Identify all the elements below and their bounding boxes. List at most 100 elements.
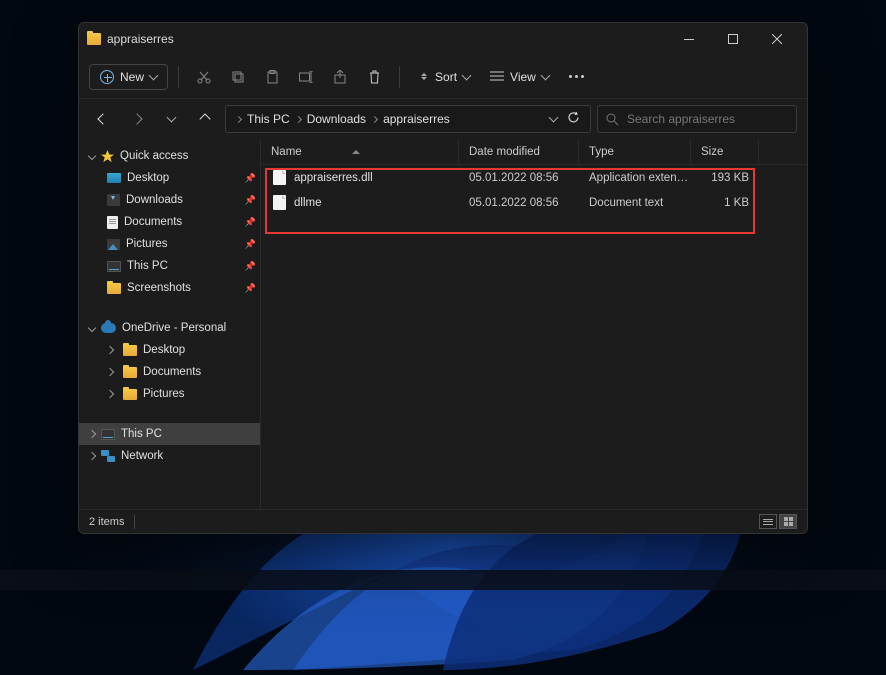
delete-button[interactable] [359, 62, 389, 92]
address-dropdown[interactable] [549, 113, 559, 123]
separator [399, 66, 400, 88]
column-size[interactable]: Size [691, 139, 759, 164]
sidebar-this-pc-quick[interactable]: This PC📌 [79, 255, 260, 277]
sort-button[interactable]: Sort [410, 66, 478, 88]
view-label: View [510, 70, 536, 84]
cut-button[interactable] [189, 62, 219, 92]
copy-button[interactable] [223, 62, 253, 92]
up-button[interactable] [191, 105, 219, 133]
pc-icon [107, 261, 121, 272]
breadcrumb-appraiserres[interactable]: appraiserres [379, 110, 454, 128]
search-placeholder: Search appraiserres [627, 112, 735, 126]
file-type: Document text [579, 197, 691, 209]
share-button[interactable] [325, 62, 355, 92]
sort-icon [418, 73, 429, 80]
file-row[interactable]: appraiserres.dll 05.01.2022 08:56 Applic… [261, 165, 807, 190]
cloud-icon [101, 323, 116, 333]
star-icon [101, 150, 114, 163]
back-button[interactable] [89, 105, 117, 133]
file-row[interactable]: dllme 05.01.2022 08:56 Document text 1 K… [261, 190, 807, 215]
separator [134, 515, 135, 529]
minimize-button[interactable] [667, 24, 711, 54]
pc-icon [101, 429, 115, 440]
file-icon [273, 170, 286, 185]
sidebar-od-pictures[interactable]: Pictures [79, 383, 260, 405]
sidebar-pictures[interactable]: Pictures📌 [79, 233, 260, 255]
sort-label: Sort [435, 70, 457, 84]
file-list[interactable]: appraiserres.dll 05.01.2022 08:56 Applic… [261, 165, 807, 509]
sidebar-desktop[interactable]: Desktop📌 [79, 167, 260, 189]
sidebar-onedrive[interactable]: OneDrive - Personal [79, 317, 260, 339]
titlebar[interactable]: appraiserres [79, 23, 807, 55]
column-type[interactable]: Type [579, 139, 691, 164]
icons-view-toggle[interactable] [779, 514, 797, 529]
documents-icon [107, 216, 118, 229]
rename-button[interactable] [291, 62, 321, 92]
plus-icon [100, 70, 114, 84]
column-headers: Name Date modified Type Size [261, 139, 807, 165]
view-button[interactable]: View [482, 66, 557, 88]
pin-icon: 📌 [245, 261, 256, 272]
address-bar[interactable]: This PC Downloads appraiserres [225, 105, 591, 133]
search-icon [606, 113, 619, 126]
details-view-toggle[interactable] [759, 514, 777, 529]
file-size: 193 KB [691, 172, 759, 184]
toolbar: New Sort View [79, 55, 807, 99]
chevron-right-icon [235, 115, 242, 122]
downloads-icon [107, 194, 120, 206]
network-icon [101, 450, 115, 462]
pin-icon: 📌 [245, 195, 256, 206]
sort-asc-icon [352, 150, 360, 154]
content-area: Name Date modified Type Size appraiserre… [261, 139, 807, 509]
file-type: Application extens... [579, 172, 691, 184]
sidebar: Quick access Desktop📌 Downloads📌 Documen… [79, 139, 261, 509]
maximize-button[interactable] [711, 24, 755, 54]
desktop-icon [107, 173, 121, 183]
refresh-button[interactable] [567, 111, 580, 127]
recent-button[interactable] [157, 105, 185, 133]
sidebar-downloads[interactable]: Downloads📌 [79, 189, 260, 211]
folder-icon [87, 33, 101, 45]
pin-icon: 📌 [245, 173, 256, 184]
new-button[interactable]: New [89, 64, 168, 90]
chevron-down-icon [540, 70, 550, 80]
chevron-down-icon [149, 70, 159, 80]
column-date[interactable]: Date modified [459, 139, 579, 164]
folder-icon [123, 389, 137, 400]
sidebar-od-documents[interactable]: Documents [79, 361, 260, 383]
file-date: 05.01.2022 08:56 [459, 172, 579, 184]
pictures-icon [107, 239, 120, 250]
new-label: New [120, 70, 144, 84]
navbar: This PC Downloads appraiserres Search ap… [79, 99, 807, 139]
forward-button[interactable] [123, 105, 151, 133]
file-size: 1 KB [691, 197, 759, 209]
statusbar: 2 items [79, 509, 807, 533]
sidebar-this-pc[interactable]: This PC [79, 423, 260, 445]
folder-icon [123, 345, 137, 356]
sidebar-quick-access[interactable]: Quick access [79, 145, 260, 167]
pin-icon: 📌 [245, 239, 256, 250]
taskbar [0, 570, 886, 590]
pin-icon: 📌 [245, 283, 256, 294]
explorer-window: appraiserres New Sort View [78, 22, 808, 534]
breadcrumb-this-pc[interactable]: This PC [243, 110, 294, 128]
folder-icon [123, 367, 137, 378]
more-button[interactable] [561, 75, 592, 78]
sidebar-od-desktop[interactable]: Desktop [79, 339, 260, 361]
file-name: dllme [294, 197, 321, 209]
paste-button[interactable] [257, 62, 287, 92]
item-count: 2 items [89, 516, 124, 528]
sidebar-screenshots[interactable]: Screenshots📌 [79, 277, 260, 299]
view-icon [490, 71, 504, 82]
breadcrumb-downloads[interactable]: Downloads [303, 110, 370, 128]
sidebar-documents[interactable]: Documents📌 [79, 211, 260, 233]
search-input[interactable]: Search appraiserres [597, 105, 797, 133]
close-button[interactable] [755, 24, 799, 54]
pin-icon: 📌 [245, 217, 256, 228]
column-name[interactable]: Name [261, 139, 459, 164]
sidebar-network[interactable]: Network [79, 445, 260, 467]
chevron-down-icon [462, 70, 472, 80]
window-title: appraiserres [107, 32, 174, 46]
file-date: 05.01.2022 08:56 [459, 197, 579, 209]
chevron-right-icon [371, 115, 378, 122]
